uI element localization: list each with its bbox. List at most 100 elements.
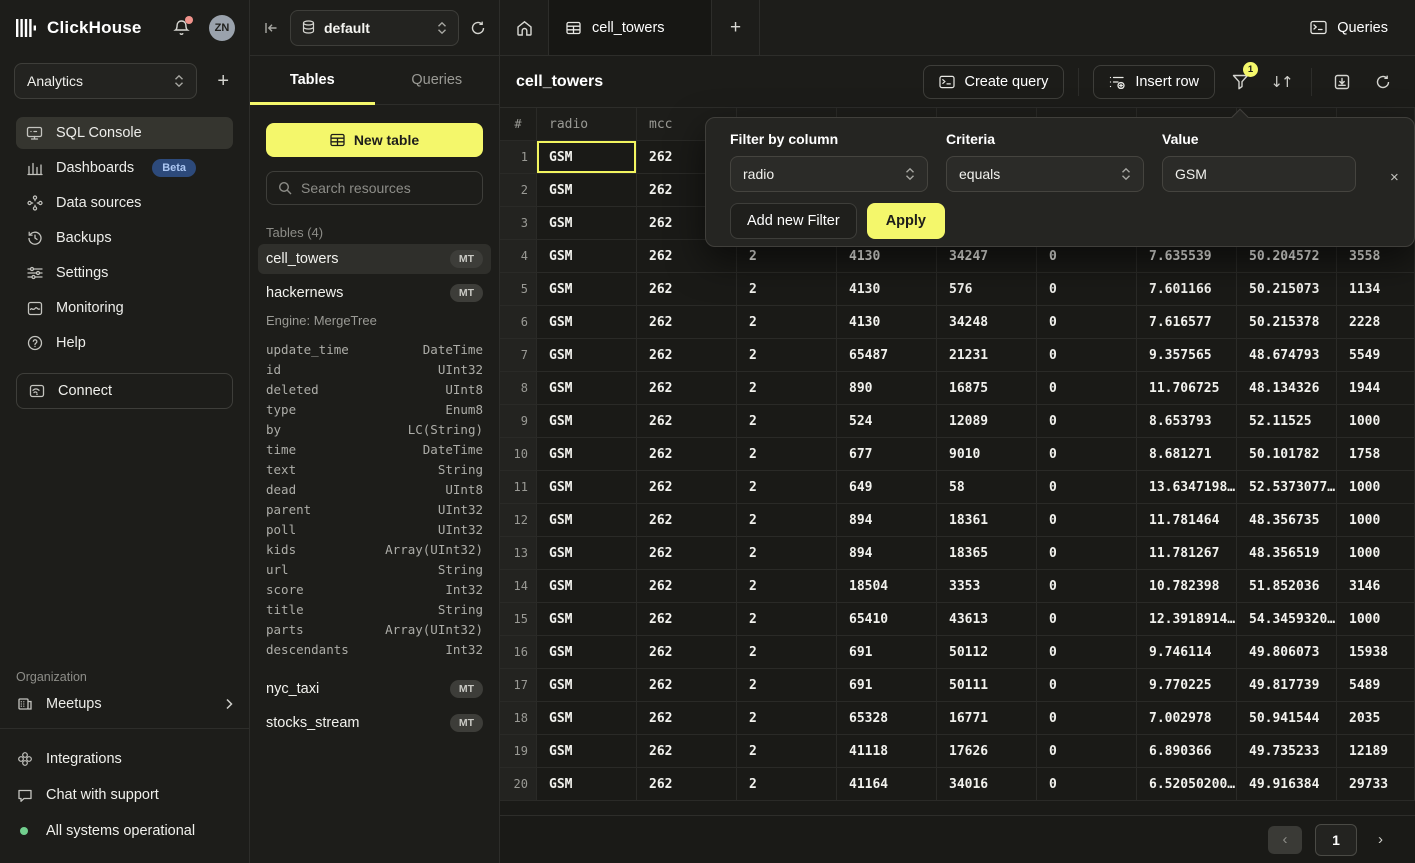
- grid-cell[interactable]: 34248: [937, 306, 1037, 339]
- grid-cell[interactable]: 18361: [937, 504, 1037, 537]
- grid-cell[interactable]: 262: [637, 603, 737, 636]
- grid-cell[interactable]: 9010: [937, 438, 1037, 471]
- grid-cell[interactable]: 50.101782: [1237, 438, 1337, 471]
- grid-cell[interactable]: 11.781464: [1137, 504, 1237, 537]
- grid-cell[interactable]: 10.782398: [1137, 570, 1237, 603]
- grid-cell[interactable]: GSM: [537, 636, 637, 669]
- grid-cell[interactable]: 12189: [1337, 735, 1415, 768]
- grid-cell[interactable]: 262: [637, 702, 737, 735]
- grid-cell[interactable]: GSM: [537, 603, 637, 636]
- grid-cell[interactable]: 894: [837, 504, 937, 537]
- grid-cell[interactable]: GSM: [537, 405, 637, 438]
- queries-button[interactable]: Queries: [1283, 0, 1415, 55]
- grid-cell[interactable]: 50112: [937, 636, 1037, 669]
- grid-cell[interactable]: 0: [1037, 339, 1137, 372]
- grid-cell[interactable]: 0: [1037, 768, 1137, 801]
- next-page-button[interactable]: ›: [1370, 831, 1391, 848]
- grid-cell[interactable]: 3146: [1337, 570, 1415, 603]
- grid-cell[interactable]: 11.706725: [1137, 372, 1237, 405]
- grid-cell[interactable]: GSM: [537, 438, 637, 471]
- grid-cell[interactable]: 17626: [937, 735, 1037, 768]
- grid-cell[interactable]: 262: [637, 669, 737, 702]
- connect-button[interactable]: Connect: [16, 373, 233, 409]
- grid-cell[interactable]: 2: [737, 768, 837, 801]
- sidebar-item-meetups[interactable]: Meetups: [16, 696, 233, 712]
- filter-column-select[interactable]: radio: [730, 156, 928, 192]
- grid-cell[interactable]: 649: [837, 471, 937, 504]
- filter-button[interactable]: 1: [1224, 67, 1256, 97]
- grid-cell[interactable]: 2228: [1337, 306, 1415, 339]
- grid-cell[interactable]: GSM: [537, 372, 637, 405]
- grid-cell[interactable]: 4130: [837, 273, 937, 306]
- sidebar-item-all-systems-operational[interactable]: All systems operational: [16, 817, 233, 845]
- grid-cell[interactable]: 65328: [837, 702, 937, 735]
- new-tab-button[interactable]: +: [712, 0, 760, 55]
- grid-cell[interactable]: GSM: [537, 768, 637, 801]
- grid-cell[interactable]: GSM: [537, 570, 637, 603]
- grid-cell[interactable]: 41164: [837, 768, 937, 801]
- table-list-item-cell_towers[interactable]: cell_towersMT: [258, 244, 491, 274]
- grid-cell[interactable]: 2: [737, 273, 837, 306]
- apply-filter-button[interactable]: Apply: [867, 203, 945, 239]
- grid-cell[interactable]: 8.681271: [1137, 438, 1237, 471]
- sidebar-item-data-sources[interactable]: Data sources: [16, 187, 233, 219]
- grid-cell[interactable]: 0: [1037, 570, 1137, 603]
- sidebar-item-backups[interactable]: Backups: [16, 222, 233, 254]
- grid-cell[interactable]: GSM: [537, 735, 637, 768]
- grid-cell[interactable]: GSM: [537, 240, 637, 273]
- search-resources-box[interactable]: [266, 171, 483, 205]
- grid-cell[interactable]: 2: [737, 339, 837, 372]
- grid-cell[interactable]: 41118: [837, 735, 937, 768]
- grid-cell[interactable]: 50.941544: [1237, 702, 1337, 735]
- grid-cell[interactable]: 2: [737, 537, 837, 570]
- grid-cell[interactable]: 7.601166: [1137, 273, 1237, 306]
- grid-cell[interactable]: 49.817739: [1237, 669, 1337, 702]
- filter-value-input[interactable]: [1162, 156, 1356, 192]
- grid-cell[interactable]: 4130: [837, 306, 937, 339]
- grid-cell[interactable]: 262: [637, 636, 737, 669]
- grid-cell[interactable]: 18365: [937, 537, 1037, 570]
- grid-cell[interactable]: 0: [1037, 438, 1137, 471]
- grid-cell[interactable]: GSM: [537, 174, 637, 207]
- grid-cell[interactable]: 0: [1037, 636, 1137, 669]
- grid-cell[interactable]: 262: [637, 471, 737, 504]
- grid-cell[interactable]: GSM: [537, 273, 637, 306]
- collapse-panel-icon[interactable]: [263, 21, 279, 35]
- grid-cell[interactable]: 1000: [1337, 537, 1415, 570]
- grid-cell[interactable]: 5549: [1337, 339, 1415, 372]
- grid-cell[interactable]: 2: [737, 405, 837, 438]
- grid-cell[interactable]: 12.3918914…: [1137, 603, 1237, 636]
- sidebar-item-dashboards[interactable]: DashboardsBeta: [16, 152, 233, 184]
- grid-cell[interactable]: 0: [1037, 735, 1137, 768]
- grid-cell[interactable]: 65487: [837, 339, 937, 372]
- insert-row-button[interactable]: Insert row: [1093, 65, 1215, 99]
- grid-cell[interactable]: 262: [637, 768, 737, 801]
- grid-cell[interactable]: 2: [737, 372, 837, 405]
- grid-cell[interactable]: 34016: [937, 768, 1037, 801]
- grid-cell[interactable]: 7.616577: [1137, 306, 1237, 339]
- notifications-bell-icon[interactable]: [170, 17, 192, 39]
- filter-criteria-select[interactable]: equals: [946, 156, 1144, 192]
- grid-cell[interactable]: 1944: [1337, 372, 1415, 405]
- tab-queries[interactable]: Queries: [375, 56, 500, 104]
- grid-cell[interactable]: 0: [1037, 372, 1137, 405]
- grid-cell[interactable]: 2: [737, 636, 837, 669]
- table-list-item-hackernews[interactable]: hackernewsMT: [258, 278, 491, 308]
- grid-cell[interactable]: 2: [737, 669, 837, 702]
- grid-cell[interactable]: 6.890366: [1137, 735, 1237, 768]
- grid-cell[interactable]: 262: [637, 537, 737, 570]
- grid-cell[interactable]: 52.11525: [1237, 405, 1337, 438]
- grid-cell[interactable]: 0: [1037, 702, 1137, 735]
- grid-cell[interactable]: 1134: [1337, 273, 1415, 306]
- grid-cell[interactable]: 2: [737, 504, 837, 537]
- grid-cell[interactable]: 1000: [1337, 471, 1415, 504]
- grid-cell[interactable]: 58: [937, 471, 1037, 504]
- grid-cell[interactable]: 524: [837, 405, 937, 438]
- grid-cell[interactable]: 2: [737, 471, 837, 504]
- grid-cell[interactable]: 0: [1037, 306, 1137, 339]
- grid-cell[interactable]: 51.852036: [1237, 570, 1337, 603]
- grid-cell[interactable]: 8.653793: [1137, 405, 1237, 438]
- grid-cell[interactable]: 2035: [1337, 702, 1415, 735]
- grid-cell[interactable]: 262: [637, 504, 737, 537]
- sidebar-item-monitoring[interactable]: Monitoring: [16, 292, 233, 324]
